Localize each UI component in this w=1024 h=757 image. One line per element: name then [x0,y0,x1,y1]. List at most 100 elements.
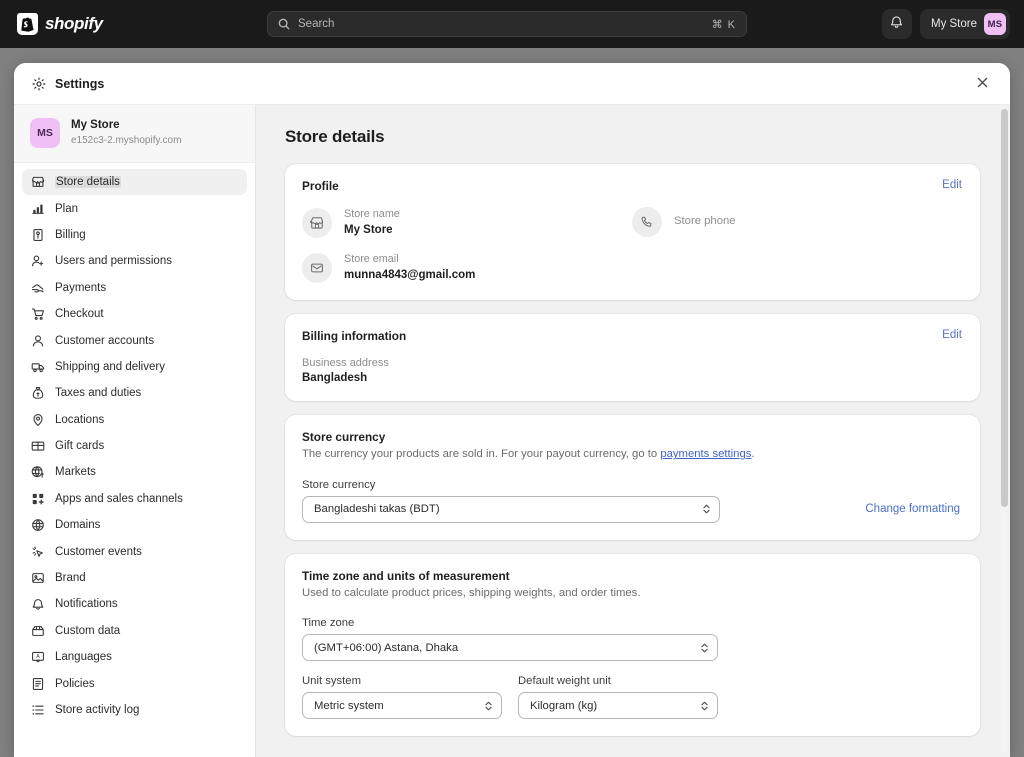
sidebar-item-languages[interactable]: A Languages [22,644,247,670]
timezone-select[interactable]: (GMT+06:00) Astana, Dhaka [302,634,718,662]
sidebar-item-markets[interactable]: Markets [22,459,247,485]
store-account-button[interactable]: My Store MS [919,9,1010,39]
weight-unit-group: Default weight unit Kilogram (kg) [518,675,718,720]
profile-card: Profile Edit Store name My Store Store e… [285,164,980,301]
store-name-field: Store name My Store [302,207,632,238]
sidebar-item-plan[interactable]: Plan [22,195,247,221]
store-avatar: MS [30,118,60,148]
settings-main-panel: Store details Profile Edit Store name My… [256,105,1010,757]
unit-system-select[interactable]: Metric system [302,692,502,720]
settings-sidebar: MS My Store e152c3-2.myshopify.com Store… [14,105,256,757]
profile-edit-link[interactable]: Edit [942,179,962,191]
timezone-card-title: Time zone and units of measurement [302,568,510,583]
storefront-icon [30,175,45,190]
store-account-label: My Store [930,18,977,30]
chevron-updown-icon [700,700,709,712]
apps-grid-icon [30,491,45,506]
search-placeholder-text: Search [298,18,335,30]
sidebar-item-label: Customer events [55,545,142,558]
sidebar-item-label: Locations [55,413,105,426]
chart-bar-icon [30,201,45,216]
sidebar-nav: Store details Plan Billing Users and permis… [14,163,255,723]
units-grid: Unit system Metric system Default weight… [302,675,962,720]
billing-information-card: Billing information Edit Business addres… [285,314,980,402]
notifications-button[interactable] [881,9,912,39]
store-currency-selected-value: Bangladeshi takas (BDT) [314,503,440,516]
sidebar-item-taxes-and-duties[interactable]: Taxes and duties [22,380,247,406]
database-icon [30,623,45,638]
sidebar-item-checkout[interactable]: Checkout [22,301,247,327]
sidebar-item-store-activity-log[interactable]: Store activity log [22,697,247,723]
sidebar-item-label: Plan [55,202,79,215]
sidebar-item-label: Gift cards [55,440,105,453]
sidebar-item-label: Customer accounts [55,334,155,347]
sidebar-item-apps-and-sales-channels[interactable]: Apps and sales channels [22,486,247,512]
sidebar-item-users-and-permissions[interactable]: Users and permissions [22,248,247,274]
sidebar-item-store-details[interactable]: Store details [22,169,247,196]
sidebar-item-domains[interactable]: Domains [22,512,247,538]
store-currency-card-title: Store currency [302,430,386,445]
store-currency-select[interactable]: Bangladeshi takas (BDT) [302,495,720,523]
unit-system-group: Unit system Metric system [302,675,502,720]
receipt-icon [30,227,45,242]
sidebar-item-custom-data[interactable]: Custom data [22,618,247,644]
person-icon [30,333,45,348]
sidebar-store-card[interactable]: MS My Store e152c3-2.myshopify.com [14,105,255,163]
chevron-updown-icon [702,503,711,515]
weight-unit-label: Default weight unit [518,675,611,688]
payments-settings-link[interactable]: payments settings [660,448,751,460]
user-add-icon [30,254,45,269]
cash-hand-icon [30,280,45,295]
chevron-updown-icon [700,642,709,654]
sidebar-item-customer-events[interactable]: Customer events [22,538,247,564]
store-phone-text-group: Store phone [674,214,736,230]
modal-scrollbar-track[interactable] [1001,109,1008,754]
sidebar-item-billing[interactable]: Billing [22,222,247,248]
currency-desc-before: The currency your products are sold in. … [302,448,661,461]
settings-modal: Settings MS My Store e152c3-2.myshopify.… [14,63,1010,757]
bell-icon [30,597,45,612]
store-email-field: Store email munna4843@gmail.com [302,252,632,283]
business-address-value: Bangladesh [302,372,368,385]
change-formatting-link[interactable]: Change formatting [865,503,960,515]
shopify-bag-icon [17,13,38,35]
page-title: Store details [285,127,385,146]
store-currency-field-label: Store currency [302,478,376,491]
modal-scrollbar-thumb[interactable] [1001,109,1008,507]
close-button[interactable] [970,72,994,96]
sidebar-item-label: Custom data [55,624,121,637]
sidebar-item-label: Taxes and duties [55,387,142,400]
billing-card-title: Billing information [302,329,407,344]
sidebar-item-customer-accounts[interactable]: Customer accounts [22,327,247,353]
envelope-icon [302,252,332,283]
list-icon [30,703,45,718]
sidebar-item-notifications[interactable]: Notifications [22,591,247,617]
weight-unit-select[interactable]: Kilogram (kg) [518,692,718,720]
sidebar-item-brand[interactable]: Brand [22,565,247,591]
business-address-label: Business address [302,357,389,370]
sidebar-item-label: Checkout [55,308,104,321]
profile-column-left: Store name My Store Store email munna484… [302,207,632,283]
chevron-updown-icon [484,700,493,712]
store-name-text: My Store [71,119,120,132]
storefront-icon [302,207,332,238]
timezone-units-card: Time zone and units of measurement Used … [285,553,980,737]
billing-edit-link[interactable]: Edit [942,329,962,341]
sidebar-item-label: Domains [55,519,101,532]
sidebar-item-gift-cards[interactable]: Gift cards [22,433,247,459]
sidebar-item-locations[interactable]: Locations [22,407,247,433]
phone-icon [632,207,662,237]
profile-column-right: Store phone [632,207,962,283]
sidebar-item-label: Policies [55,677,95,690]
top-navigation-bar: shopify Search ⌘ K My Store MS [0,0,1024,48]
sidebar-item-shipping-and-delivery[interactable]: Shipping and delivery [22,354,247,380]
map-pin-icon [30,412,45,427]
sidebar-item-label: Markets [55,466,96,479]
timezone-field-label: Time zone [302,617,355,630]
sidebar-item-label: Apps and sales channels [55,492,183,505]
sidebar-item-payments[interactable]: Payments [22,275,247,301]
search-shortcut-hint: ⌘ K [711,18,736,31]
shopify-logo[interactable]: shopify [17,13,103,35]
search-input[interactable]: Search ⌘ K [267,11,747,37]
sidebar-item-policies[interactable]: Policies [22,670,247,696]
